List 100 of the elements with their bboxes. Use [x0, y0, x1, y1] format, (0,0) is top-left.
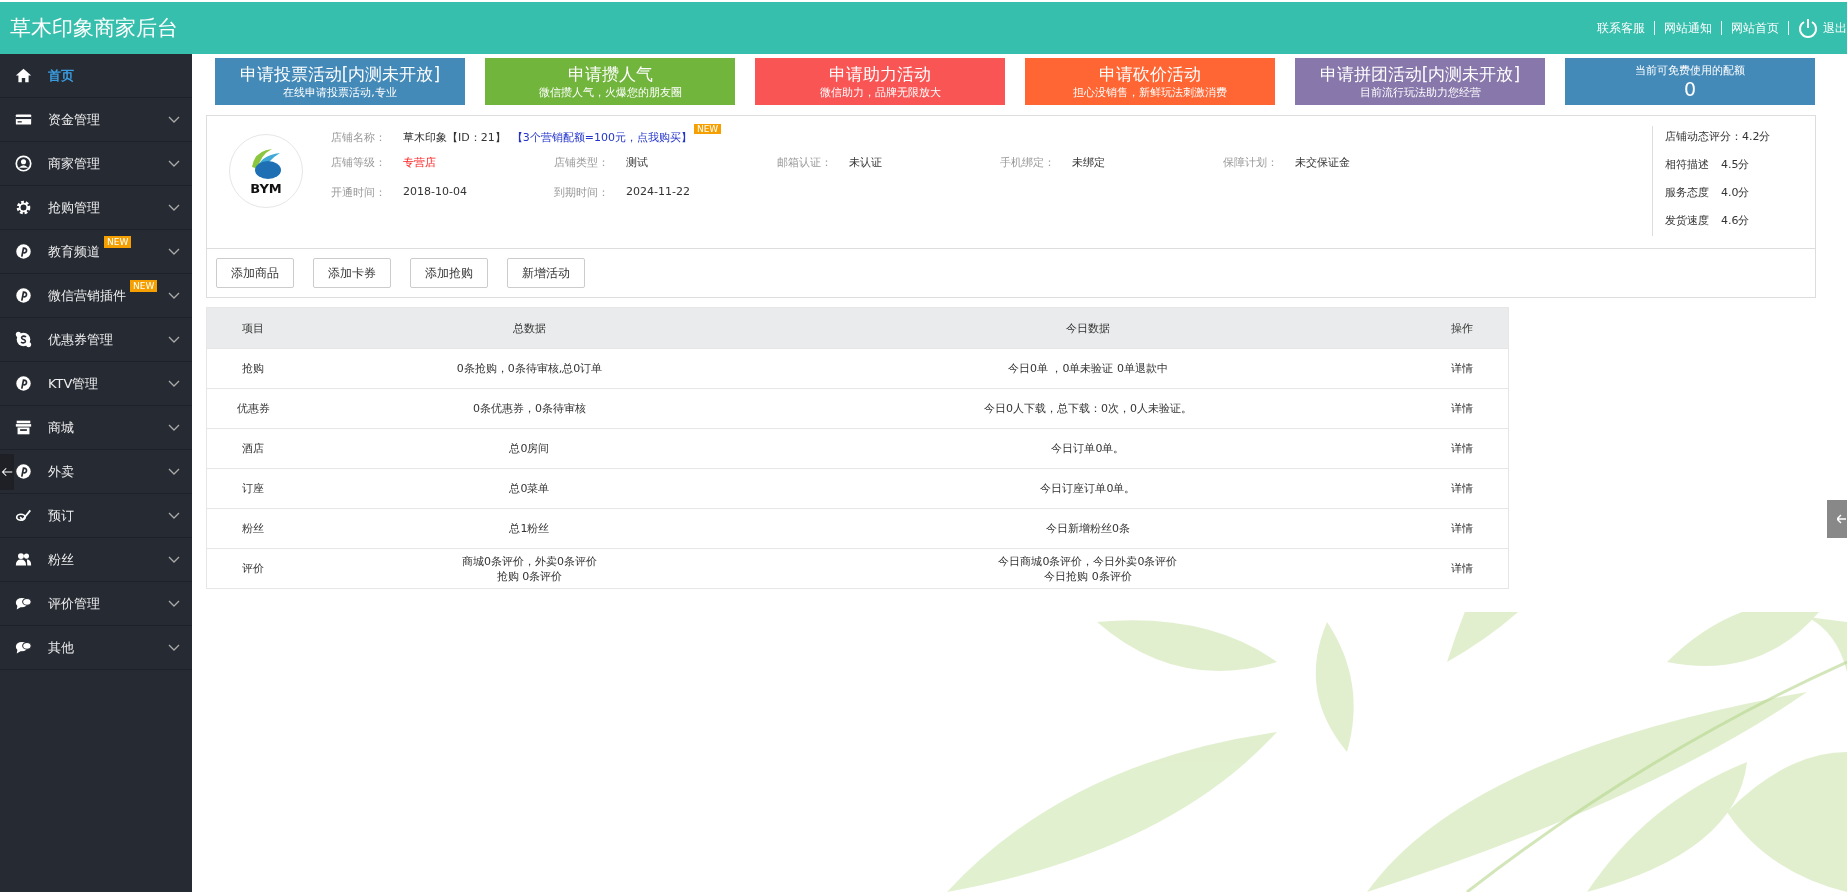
rating-title: 店铺动态评分：4.2分 — [1665, 129, 1772, 144]
pin-icon — [15, 243, 32, 260]
field-label: 店铺名称： — [331, 129, 387, 145]
collapse-button[interactable] — [0, 454, 14, 490]
field-label: 手机绑定： — [1000, 155, 1056, 170]
arrow-icon — [1837, 514, 1847, 524]
field-label: 店铺等级： — [331, 155, 387, 170]
table-cell: 总0菜单 — [299, 468, 760, 509]
action-button[interactable]: 添加商品 — [216, 258, 294, 288]
speech-icon — [15, 331, 32, 348]
store-name: 草木印象【ID：21】 — [403, 129, 506, 145]
pin-icon — [15, 463, 32, 480]
chat-icon — [15, 639, 32, 656]
user-icon — [15, 155, 32, 172]
sidebar-item[interactable]: 首页 — [0, 54, 192, 98]
details-link[interactable]: 详情 — [1416, 548, 1509, 589]
field-label: 邮箱认证： — [777, 155, 833, 170]
chevron-down-icon — [168, 335, 180, 344]
pin-icon — [15, 287, 32, 304]
table-cell: 总1粉丝 — [299, 508, 760, 549]
details-link[interactable]: 详情 — [1416, 508, 1509, 549]
quota-banner: 当前可免费使用的配额 0 — [1565, 58, 1815, 105]
action-button[interactable]: 新增活动 — [507, 258, 585, 288]
sidebar-item[interactable]: 其他 — [0, 626, 192, 670]
column-header: 操作 — [1416, 307, 1509, 349]
field-value: 专营店 — [403, 155, 436, 170]
column-header: 项目 — [206, 307, 299, 349]
sidebar-item[interactable]: 资金管理 — [0, 98, 192, 142]
field-value: 未认证 — [849, 155, 882, 170]
chevron-down-icon — [168, 643, 180, 652]
rating-label: 相符描述 — [1665, 157, 1709, 172]
chevron-down-icon — [168, 159, 180, 168]
chevron-down-icon — [168, 599, 180, 608]
field-value: 2024-11-22 — [626, 185, 690, 200]
sidebar-item[interactable]: 微信营销插件 NEW — [0, 274, 192, 318]
chevron-down-icon — [168, 423, 180, 432]
sidebar-item[interactable]: KTV管理 — [0, 362, 192, 406]
table-cell: 优惠券 — [206, 388, 299, 429]
card-icon — [15, 111, 32, 128]
new-badge: NEW — [104, 236, 132, 248]
sidebar-item[interactable]: 教育频道 NEW — [0, 230, 192, 274]
rating-label: 发货速度 — [1665, 213, 1709, 228]
sidebar-item[interactable]: 商城 — [0, 406, 192, 450]
field-label: 开通时间： — [331, 185, 387, 200]
activity-banner[interactable]: 申请拼团活动[内测未开放] 目前流行玩法助力您经营 — [1295, 58, 1545, 105]
side-toggle-button[interactable] — [1827, 500, 1847, 538]
table-cell: 总0房间 — [299, 428, 760, 469]
field-label: 保障计划： — [1223, 155, 1279, 170]
details-link[interactable]: 详情 — [1416, 388, 1509, 429]
table-cell: 今日订单0单。 — [759, 428, 1416, 469]
check-icon — [15, 507, 32, 524]
action-button[interactable]: 添加抢购 — [410, 258, 488, 288]
table-cell: 抢购 — [206, 348, 299, 389]
chevron-down-icon — [168, 555, 180, 564]
chevron-down-icon — [168, 467, 180, 476]
action-button[interactable]: 添加卡券 — [313, 258, 391, 288]
field-value: 未绑定 — [1072, 155, 1105, 170]
chevron-down-icon — [168, 379, 180, 388]
table-cell: 酒店 — [206, 428, 299, 469]
column-header: 今日数据 — [759, 307, 1416, 349]
column-header: 总数据 — [299, 307, 760, 349]
details-link[interactable]: 详情 — [1416, 348, 1509, 389]
table-cell: 今日0人下载，总下载：0次，0人未验证。 — [759, 388, 1416, 429]
new-badge: NEW — [693, 124, 722, 134]
power-icon[interactable] — [1797, 17, 1819, 39]
rating-value: 4.0分 — [1721, 185, 1750, 200]
pin-icon — [15, 375, 32, 392]
sidebar-item[interactable]: 粉丝 — [0, 538, 192, 582]
table-cell: 订座 — [206, 468, 299, 509]
new-badge: NEW — [130, 280, 158, 292]
activity-banner[interactable]: 申请投票活动[内测未开放] 在线申请投票活动,专业 — [215, 58, 465, 105]
table-cell: 商城0条评价，外卖0条评价 抢购 0条评价 — [299, 548, 760, 589]
sidebar-item[interactable]: 优惠券管理 — [0, 318, 192, 362]
field-label: 店铺类型： — [554, 155, 610, 170]
details-link[interactable]: 详情 — [1416, 428, 1509, 469]
rating-value: 4.6分 — [1721, 213, 1750, 228]
details-link[interactable]: 详情 — [1416, 468, 1509, 509]
table-cell: 评价 — [206, 548, 299, 589]
sidebar-item[interactable]: 评价管理 — [0, 582, 192, 626]
table-cell: 今日0单 ，0单未验证 0单退款中 — [759, 348, 1416, 389]
chevron-down-icon — [168, 291, 180, 300]
field-value: 2018-10-04 — [403, 185, 467, 200]
chevron-down-icon — [168, 247, 180, 256]
users-icon — [15, 551, 32, 568]
field-value: 测试 — [626, 155, 648, 170]
sidebar-item[interactable]: 外卖 — [0, 450, 192, 494]
chevron-down-icon — [168, 511, 180, 520]
promo-link[interactable]: 【3个营销配额=100元，点我购买】 — [511, 129, 692, 145]
field-label: 到期时间： — [554, 185, 610, 200]
sidebar-item[interactable]: 商家管理 — [0, 142, 192, 186]
table-cell: 今日商城0条评价，今日外卖0条评价 今日抢购 0条评价 — [759, 548, 1416, 589]
sidebar-item[interactable]: 抢购管理 — [0, 186, 192, 230]
table-cell: 今日新增粉丝0条 — [759, 508, 1416, 549]
chat-icon — [15, 595, 32, 612]
sidebar-item[interactable]: 预订 — [0, 494, 192, 538]
store-icon — [15, 419, 32, 436]
gear-icon — [15, 199, 32, 216]
home-icon — [15, 67, 32, 84]
table-cell: 粉丝 — [206, 508, 299, 549]
table-cell: 0条抢购，0条待审核,总0订单 — [299, 348, 760, 389]
